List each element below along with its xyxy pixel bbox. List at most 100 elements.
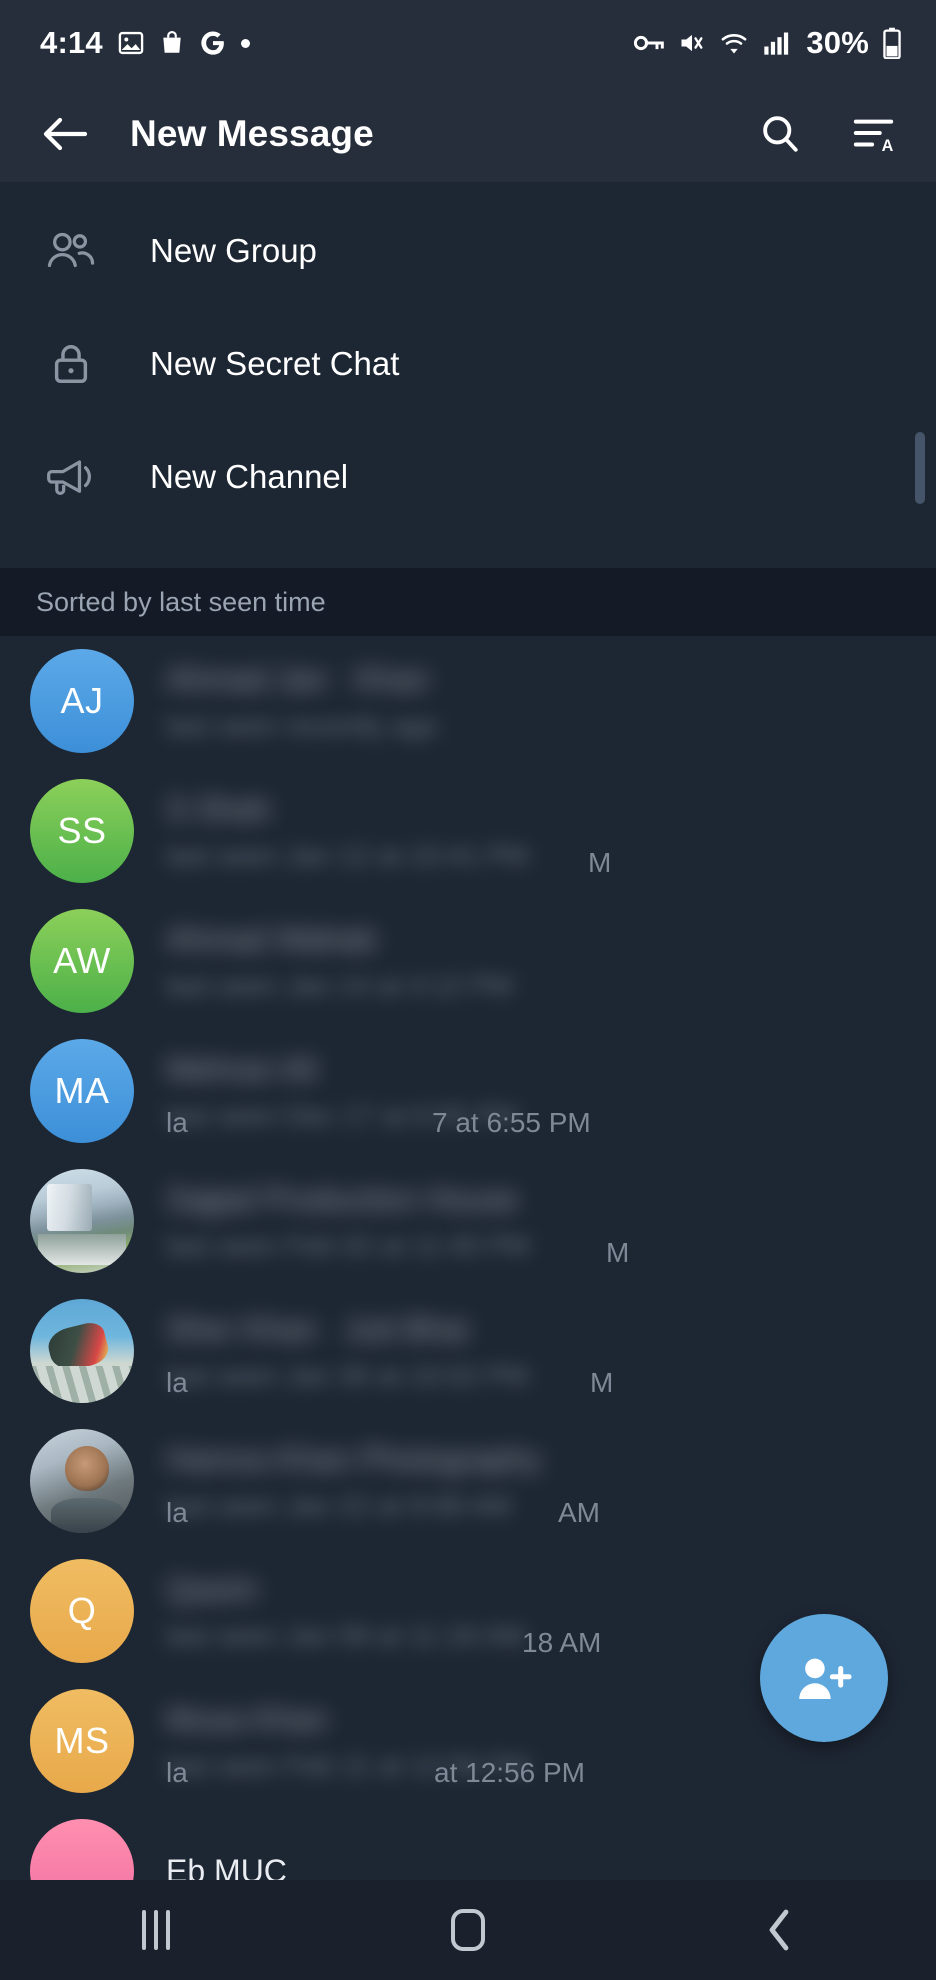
- contact-name: Sher Khan Jutt Bhai: [166, 1310, 469, 1347]
- contact-status: last seen Jan 12 at 10:41 PM: [166, 839, 529, 871]
- contact-status: last seen Jan 30 at 10:02 PM: [166, 1359, 529, 1391]
- avatar: AJ: [30, 649, 134, 753]
- search-button[interactable]: [748, 102, 812, 166]
- list-item[interactable]: Sajjad Production House last seen Feb 02…: [0, 1156, 936, 1286]
- contact-status-tail: AM: [558, 1496, 600, 1528]
- status-bar: 4:14 30%: [0, 0, 936, 86]
- dot-icon: [240, 38, 250, 48]
- avatar: Q: [30, 1559, 134, 1663]
- contact-name: Mehran Ali: [166, 1050, 318, 1087]
- arrow-left-icon: [43, 117, 88, 151]
- back-button[interactable]: [34, 103, 96, 165]
- avatar-initials: AW: [53, 940, 111, 981]
- contact-text: Ahmad Wahab last seen Jan 14 at 4:12 PM: [166, 921, 936, 1002]
- avatar-initials: Q: [67, 1590, 97, 1631]
- contact-status-tail: M: [588, 846, 612, 878]
- scrollbar-thumb[interactable]: [915, 432, 925, 504]
- section-header-label: Sorted by last seen time: [36, 586, 326, 617]
- contact-status-tail: M: [606, 1236, 630, 1268]
- status-bar-right: 30%: [633, 25, 902, 61]
- sort-button[interactable]: A: [842, 102, 906, 166]
- list-item[interactable]: AJ Ahmad Jan Khan last seen recently ago: [0, 636, 936, 766]
- contact-status-head: la: [166, 1366, 188, 1398]
- list-item[interactable]: Eb MUC: [0, 1806, 936, 1880]
- megaphone-icon: [40, 455, 102, 499]
- section-header: Sorted by last seen time: [0, 568, 936, 636]
- contact-text: Mehran Ali last seen Dec 17 at 6:55 PM l…: [166, 1050, 936, 1138]
- sort-alpha-icon: A: [853, 119, 894, 155]
- avatar: [30, 1819, 134, 1880]
- contact-text: Eb MUC: [166, 1853, 936, 1881]
- contact-text: Sajjad Production House last seen Feb 02…: [166, 1180, 936, 1268]
- contact-name: Hamza Khan Photography: [166, 1440, 542, 1477]
- contact-status-tail: 18 AM: [522, 1626, 602, 1658]
- avatar: [30, 1169, 134, 1273]
- status-time: 4:14: [40, 25, 103, 60]
- contact-text: S Shah last seen Jan 12 at 10:41 PM M: [166, 790, 936, 878]
- contact-name: Qasim: [166, 1570, 259, 1607]
- vpn-key-icon: [633, 30, 665, 56]
- list-item[interactable]: Hamza Khan Photography last seen Jan 22 …: [0, 1416, 936, 1546]
- contact-name: S Shah: [166, 790, 271, 827]
- avatar-initials: SS: [57, 810, 107, 851]
- system-nav-bar: [0, 1880, 936, 1980]
- contact-name: Ahmad Jan Khan: [166, 660, 430, 697]
- chevron-left-icon: [769, 1909, 789, 1951]
- action-label: New Group: [150, 231, 317, 269]
- page-title: New Message: [130, 113, 374, 154]
- lock-icon: [40, 341, 102, 387]
- svg-text:A: A: [882, 137, 894, 155]
- quick-actions-list: New Group New Secret Chat New Channel: [0, 182, 936, 556]
- contact-name: Eb MUC: [166, 1852, 287, 1881]
- contact-status-tail: M: [590, 1366, 614, 1398]
- nav-home-button[interactable]: [403, 1880, 533, 1980]
- list-item[interactable]: Sher Khan Jutt Bhai last seen Jan 30 at …: [0, 1286, 936, 1416]
- signal-icon: [762, 30, 790, 56]
- contact-text: Sher Khan Jutt Bhai last seen Jan 30 at …: [166, 1310, 936, 1398]
- avatar: MS: [30, 1689, 134, 1793]
- contact-status-head: la: [166, 1496, 188, 1528]
- avatar-initials: MS: [54, 1720, 110, 1761]
- shopping-bag-icon: [159, 29, 185, 57]
- action-label: New Channel: [150, 457, 349, 495]
- contact-status-tail: at 12:56 PM: [434, 1756, 585, 1788]
- contact-text: Hamza Khan Photography last seen Jan 22 …: [166, 1440, 936, 1528]
- avatar: SS: [30, 779, 134, 883]
- list-item[interactable]: SS S Shah last seen Jan 12 at 10:41 PM M: [0, 766, 936, 896]
- nav-back-button[interactable]: [715, 1880, 845, 1980]
- add-person-icon: [799, 1658, 852, 1699]
- action-label: New Secret Chat: [150, 344, 400, 382]
- avatar: AW: [30, 909, 134, 1013]
- list-item[interactable]: MA Mehran Ali last seen Dec 17 at 6:55 P…: [0, 1026, 936, 1156]
- status-bar-left: 4:14: [40, 25, 250, 61]
- google-icon: [199, 29, 227, 57]
- avatar-initials: AJ: [60, 680, 104, 721]
- contact-name: Ahmad Wahab: [166, 920, 377, 957]
- avatar: MA: [30, 1039, 134, 1143]
- mute-vibrate-icon: [678, 29, 706, 57]
- list-item[interactable]: AW Ahmad Wahab last seen Jan 14 at 4:12 …: [0, 896, 936, 1026]
- contact-status: last seen Jan 14 at 4:12 PM: [166, 969, 514, 1001]
- people-icon: [40, 229, 102, 273]
- contact-status: last seen Feb 02 at 11:45 PM: [166, 1229, 530, 1261]
- contact-status-head: la: [166, 1106, 188, 1138]
- action-new-channel[interactable]: New Channel: [0, 420, 936, 533]
- wifi-icon: [719, 29, 749, 57]
- contact-name: Sajjad Production House: [166, 1180, 519, 1217]
- battery-icon: [882, 27, 902, 59]
- app-bar: New Message A: [0, 86, 936, 182]
- avatar-initials: MA: [54, 1070, 110, 1111]
- search-icon: [763, 116, 798, 152]
- recents-icon: [142, 1910, 170, 1950]
- action-new-secret-chat[interactable]: New Secret Chat: [0, 307, 936, 420]
- contact-status: last seen Jan 22 at 9:08 AM: [166, 1489, 512, 1521]
- contact-status: last seen recently ago: [166, 709, 439, 741]
- avatar: [30, 1299, 134, 1403]
- new-contact-fab[interactable]: [760, 1614, 888, 1742]
- action-new-group[interactable]: New Group: [0, 194, 936, 307]
- photo-icon: [117, 29, 145, 57]
- contact-status-tail: 7 at 6:55 PM: [432, 1106, 591, 1138]
- contact-status-head: la: [166, 1756, 188, 1788]
- nav-recents-button[interactable]: [91, 1880, 221, 1980]
- home-icon: [451, 1909, 485, 1951]
